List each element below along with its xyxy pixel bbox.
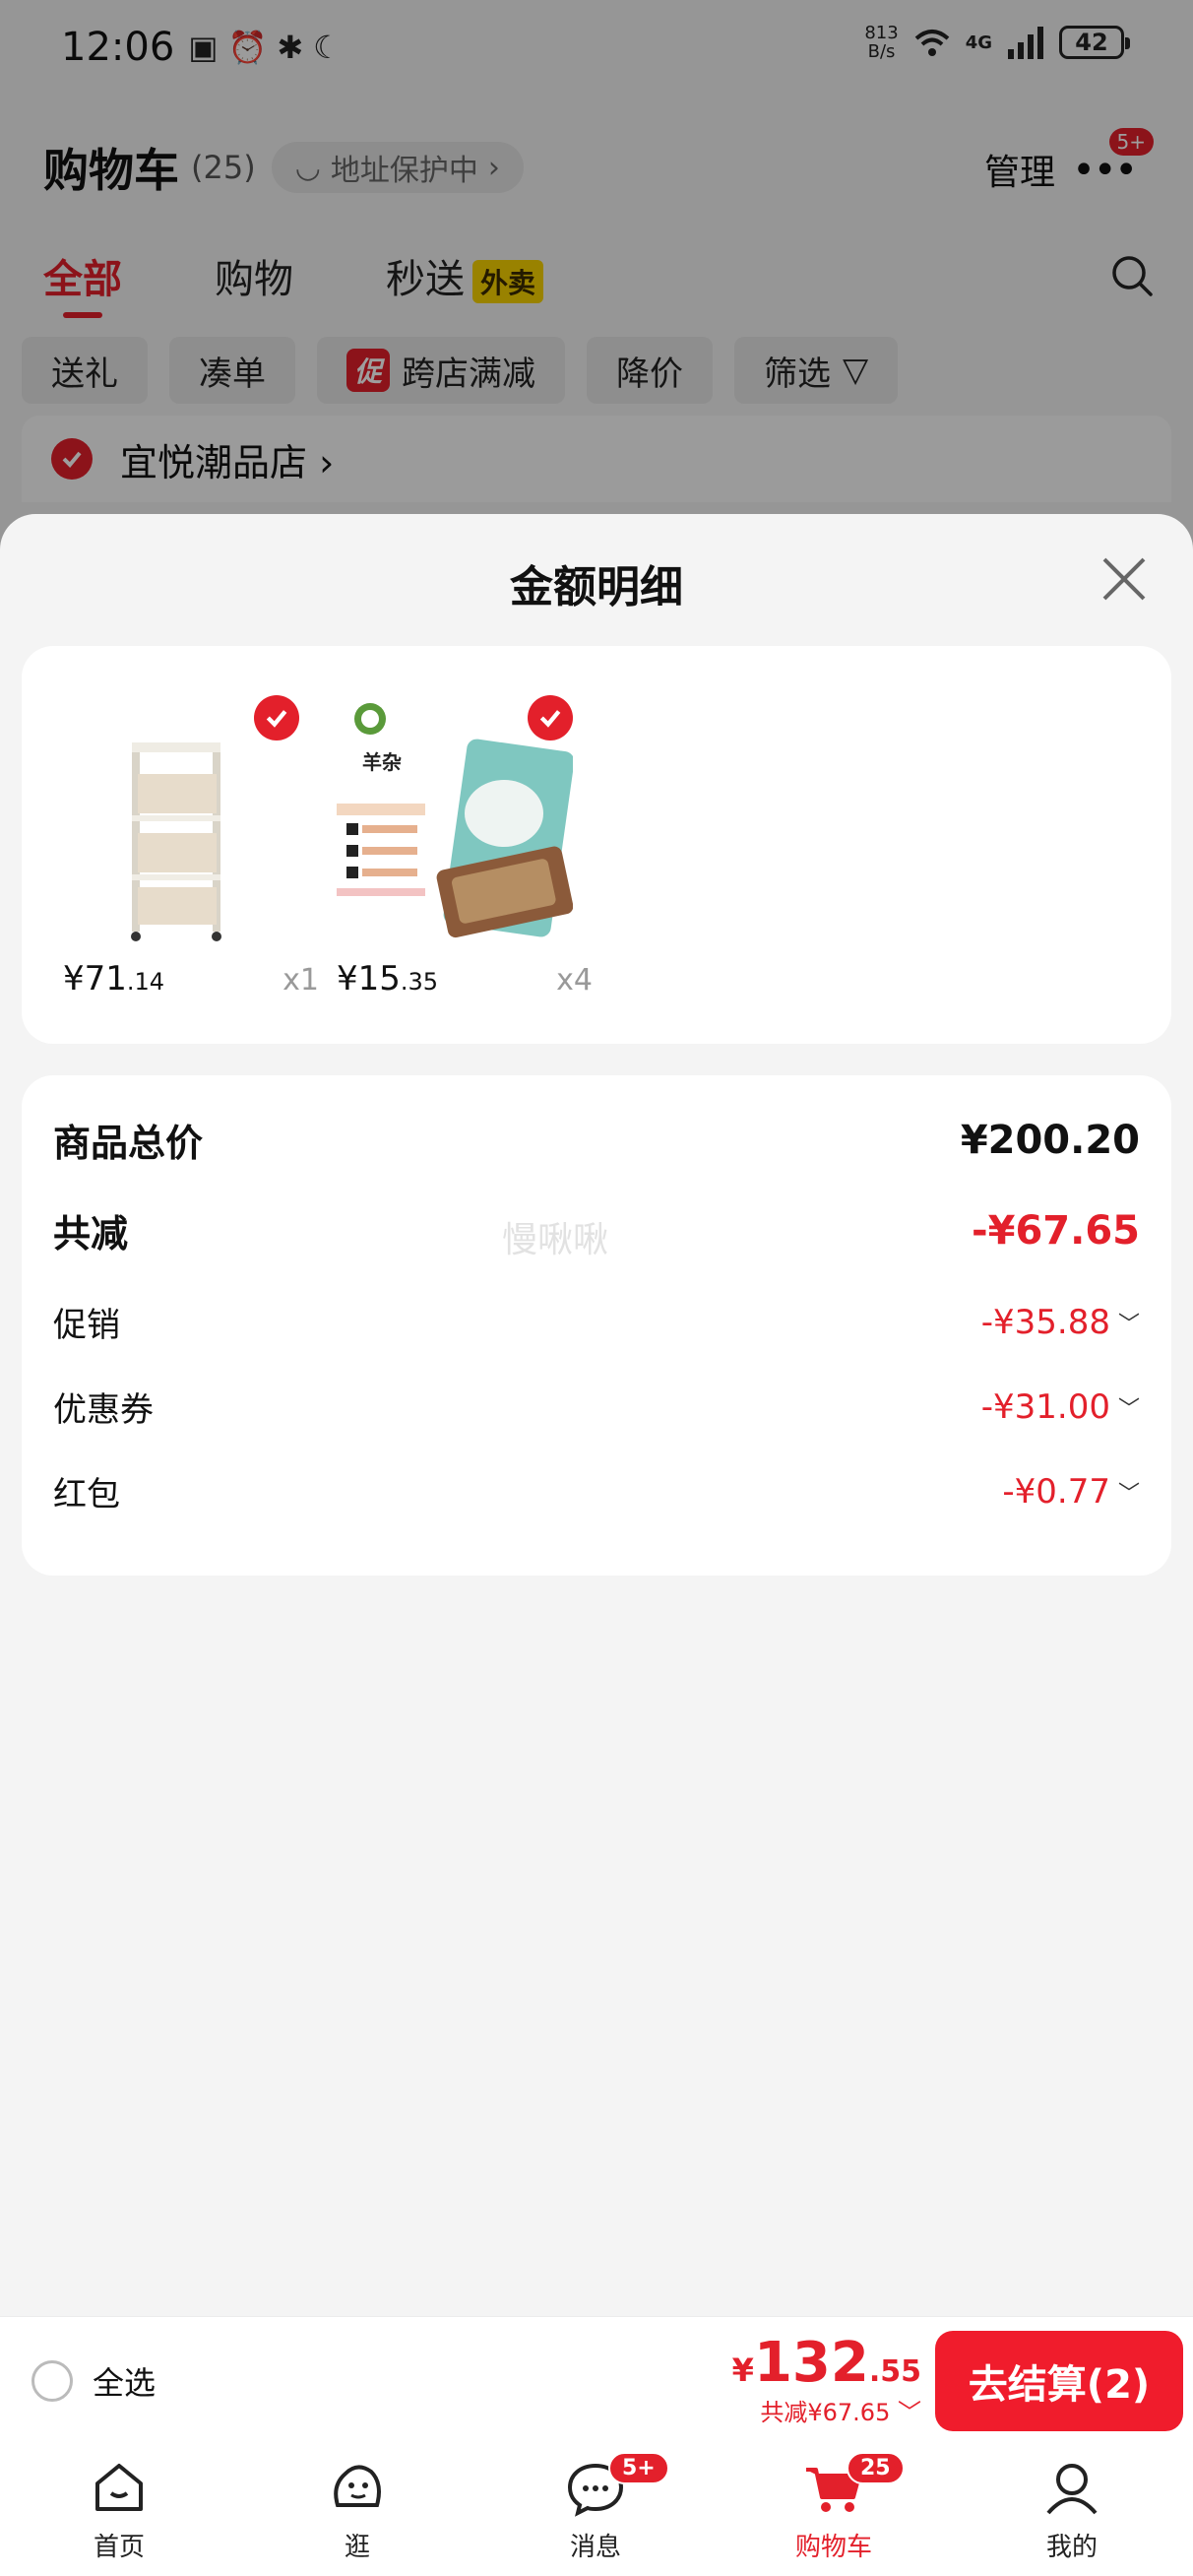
reduce-value: -¥67.65 <box>972 1207 1140 1254</box>
pay-amount-main: ¥132.55 <box>732 2331 921 2395</box>
pay-reduce-text: 共减¥67.65 <box>760 2399 891 2426</box>
promo-value-wrap: -¥35.88 ﹀ <box>981 1303 1140 1342</box>
promo-value: -¥35.88 <box>980 1302 1110 1342</box>
items-card: ¥71.14 x1 羊杂 ¥15.35 x4 <box>22 646 1171 1044</box>
pay-reduce: 共减¥67.65 ﹀ <box>732 2393 921 2427</box>
redpacket-row[interactable]: 红包 -¥0.77 ﹀ <box>53 1467 1140 1515</box>
item-check-icon[interactable] <box>528 695 573 741</box>
nav-home[interactable]: 首页 <box>0 2444 238 2576</box>
chevron-down-icon: ﹀ <box>898 2399 921 2426</box>
pay-amount-integer: 132 <box>753 2331 869 2395</box>
nav-messages-label: 消息 <box>569 2533 621 2562</box>
redpacket-label: 红包 <box>53 1475 120 1514</box>
product-item[interactable]: ¥71.14 x1 <box>53 695 319 998</box>
item-price-main: ¥15 <box>337 959 401 998</box>
coupon-value-wrap: -¥31.00 ﹀ <box>981 1387 1140 1427</box>
promo-label: 促销 <box>53 1306 120 1345</box>
product-image-yangza: 羊杂 <box>327 695 575 941</box>
total-label: 商品总价 <box>53 1122 204 1165</box>
coupon-row[interactable]: 优惠券 -¥31.00 ﹀ <box>53 1383 1140 1431</box>
summary-card: 商品总价 ¥200.20 共减 -¥67.65 慢啾啾 促销 -¥35.88 ﹀ … <box>22 1075 1171 1576</box>
total-value: ¥200.20 <box>960 1117 1140 1163</box>
messages-badge: 5+ <box>608 2452 669 2484</box>
chevron-down-icon: ﹀ <box>1117 1312 1140 1337</box>
redpacket-value: -¥0.77 <box>1002 1471 1110 1512</box>
browse-icon <box>334 2465 381 2507</box>
coupon-label: 优惠券 <box>53 1390 154 1430</box>
select-all[interactable]: 全选 <box>31 2358 156 2404</box>
reduce-label: 共减 <box>53 1212 129 1256</box>
watermark: 慢啾啾 <box>502 1220 609 1260</box>
item-quantity: x4 <box>556 963 593 998</box>
select-all-label: 全选 <box>93 2364 157 2402</box>
pay-amount-cents: .55 <box>868 2354 921 2389</box>
profile-icon <box>1046 2464 1098 2515</box>
chevron-down-icon: ﹀ <box>1117 1396 1140 1422</box>
home-icon <box>95 2464 143 2511</box>
cart-badge: 25 <box>847 2452 905 2484</box>
nav-cart[interactable]: 购物车 25 <box>715 2444 953 2576</box>
amount-detail-sheet: 金额明细 ¥71.14 x1 羊杂 ¥15.35 x4 商品总价 ¥200.20… <box>0 514 1193 2316</box>
nav-me[interactable]: 我的 <box>953 2444 1191 2576</box>
pay-amount[interactable]: ¥132.55 共减¥67.65 ﹀ <box>732 2331 921 2427</box>
checkout-bar: 全选 ¥132.55 共减¥67.65 ﹀ 去结算(2) <box>0 2316 1193 2444</box>
product-image-shelf <box>53 695 299 941</box>
sheet-title: 金额明细 <box>510 562 683 612</box>
bottom-nav: 首页 逛 消息 5+ 购物车 25 我的 <box>0 2444 1193 2576</box>
product-item[interactable]: 羊杂 ¥15.35 x4 <box>327 695 593 998</box>
nav-browse-label: 逛 <box>344 2533 370 2562</box>
item-price-main: ¥71 <box>63 959 127 998</box>
item-price: ¥15.35 <box>337 959 438 998</box>
item-price: ¥71.14 <box>63 959 164 998</box>
total-row: 商品总价 ¥200.20 <box>53 1113 1140 1167</box>
nav-messages[interactable]: 消息 5+ <box>476 2444 715 2576</box>
nav-home-label: 首页 <box>93 2533 145 2562</box>
item-check-icon[interactable] <box>254 695 299 741</box>
dim-overlay[interactable] <box>0 0 1193 551</box>
item-price-cents: .35 <box>400 968 439 996</box>
coupon-value: -¥31.00 <box>980 1386 1110 1427</box>
item-quantity: x1 <box>283 963 319 998</box>
select-all-checkbox[interactable] <box>31 2360 73 2402</box>
nav-me-label: 我的 <box>1045 2533 1098 2562</box>
nav-browse[interactable]: 逛 <box>238 2444 476 2576</box>
checkout-button[interactable]: 去结算(2) <box>935 2331 1183 2431</box>
close-icon[interactable] <box>1099 553 1150 605</box>
item-price-cents: .14 <box>126 968 165 996</box>
promo-row[interactable]: 促销 -¥35.88 ﹀ <box>53 1298 1140 1346</box>
nav-cart-label: 购物车 <box>794 2533 872 2562</box>
chevron-down-icon: ﹀ <box>1117 1481 1140 1507</box>
product-image-label: 羊杂 <box>362 750 402 774</box>
pay-yen: ¥ <box>731 2351 754 2389</box>
redpacket-value-wrap: -¥0.77 ﹀ <box>1002 1472 1140 1512</box>
